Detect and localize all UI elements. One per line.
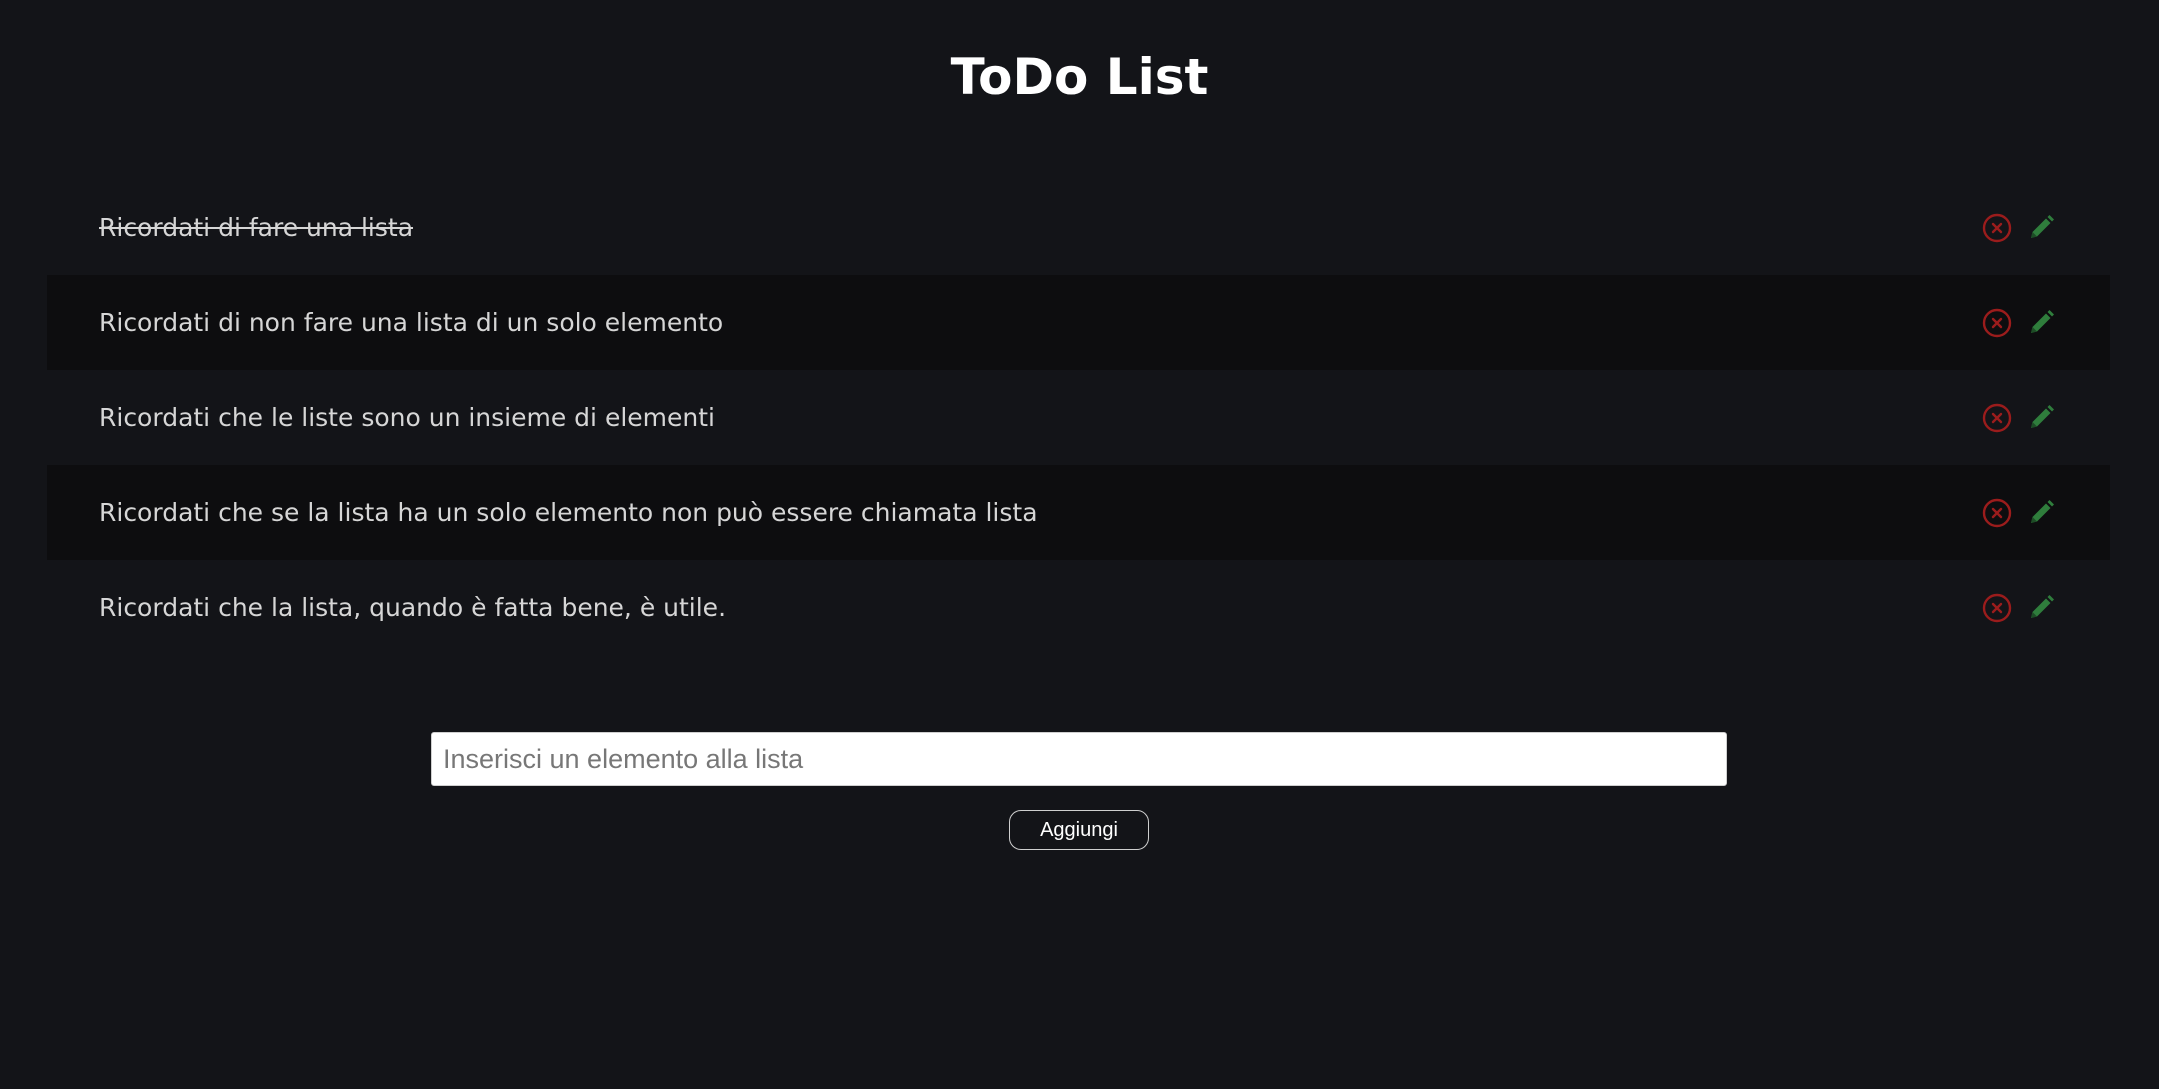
pencil-icon[interactable] — [2025, 307, 2057, 339]
pencil-icon[interactable] — [2025, 402, 2057, 434]
todo-item-actions — [1981, 370, 2057, 465]
todo-page: ToDo List Ricordati di fare una lista Ri… — [0, 0, 2159, 1089]
todo-item-text[interactable]: Ricordati che la lista, quando è fatta b… — [99, 593, 726, 622]
delete-icon[interactable] — [1981, 307, 2013, 339]
delete-icon[interactable] — [1981, 592, 2013, 624]
delete-icon[interactable] — [1981, 497, 2013, 529]
todo-item-actions — [1981, 180, 2057, 275]
todo-item-actions — [1981, 560, 2057, 655]
todo-item-actions — [1981, 275, 2057, 370]
delete-icon[interactable] — [1981, 402, 2013, 434]
todo-item-text[interactable]: Ricordati di fare una lista — [99, 213, 413, 242]
todo-item: Ricordati che se la lista ha un solo ele… — [47, 465, 2110, 560]
pencil-icon[interactable] — [2025, 497, 2057, 529]
todo-item-text[interactable]: Ricordati che se la lista ha un solo ele… — [99, 498, 1038, 527]
delete-icon[interactable] — [1981, 212, 2013, 244]
todo-item: Ricordati che le liste sono un insieme d… — [47, 370, 2110, 465]
add-button[interactable]: Aggiungi — [1009, 810, 1149, 850]
todo-item-text[interactable]: Ricordati di non fare una lista di un so… — [99, 308, 723, 337]
pencil-icon[interactable] — [2025, 592, 2057, 624]
page-title: ToDo List — [950, 48, 1209, 106]
pencil-icon[interactable] — [2025, 212, 2057, 244]
todo-item-text[interactable]: Ricordati che le liste sono un insieme d… — [99, 403, 715, 432]
todo-item: Ricordati di fare una lista — [47, 180, 2110, 275]
todo-item: Ricordati che la lista, quando è fatta b… — [47, 560, 2110, 655]
new-item-input[interactable] — [431, 732, 1727, 786]
todo-item-actions — [1981, 465, 2057, 560]
todo-list: Ricordati di fare una lista Ricordati di… — [47, 180, 2110, 655]
add-item-form: Aggiungi — [431, 732, 1727, 850]
todo-item: Ricordati di non fare una lista di un so… — [47, 275, 2110, 370]
